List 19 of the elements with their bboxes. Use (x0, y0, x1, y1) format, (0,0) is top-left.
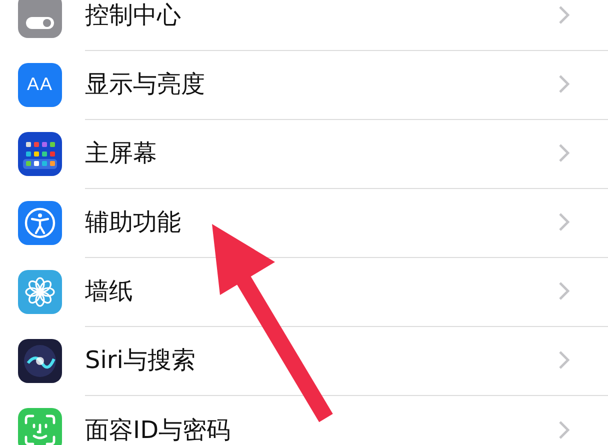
siri-orb-icon (18, 338, 62, 382)
chevron-icon (558, 5, 570, 25)
settings-item[interactable]: 墙纸 (85, 275, 558, 307)
accessibility-icon (18, 200, 62, 244)
settings-item[interactable]: 辅助功能 (85, 206, 558, 238)
settings-item[interactable]: 显示与亮度 (85, 68, 558, 100)
chevron-icon (558, 281, 570, 301)
chevron-icon (558, 143, 570, 163)
display-icon: AA (18, 62, 62, 106)
settings-item[interactable]: 主屏幕 (85, 137, 558, 169)
flower-icon (18, 270, 62, 314)
settings-item[interactable]: 面容ID与密码 (85, 414, 558, 445)
settings-item[interactable]: Siri与搜索 (85, 344, 558, 376)
app-grid-icon (18, 132, 62, 176)
chevron-icon (558, 74, 570, 94)
chevron-icon (558, 212, 570, 232)
settings-item[interactable]: 控制中心 (85, 0, 558, 31)
chevron-icon (558, 350, 570, 370)
chevron-icon (558, 420, 570, 440)
